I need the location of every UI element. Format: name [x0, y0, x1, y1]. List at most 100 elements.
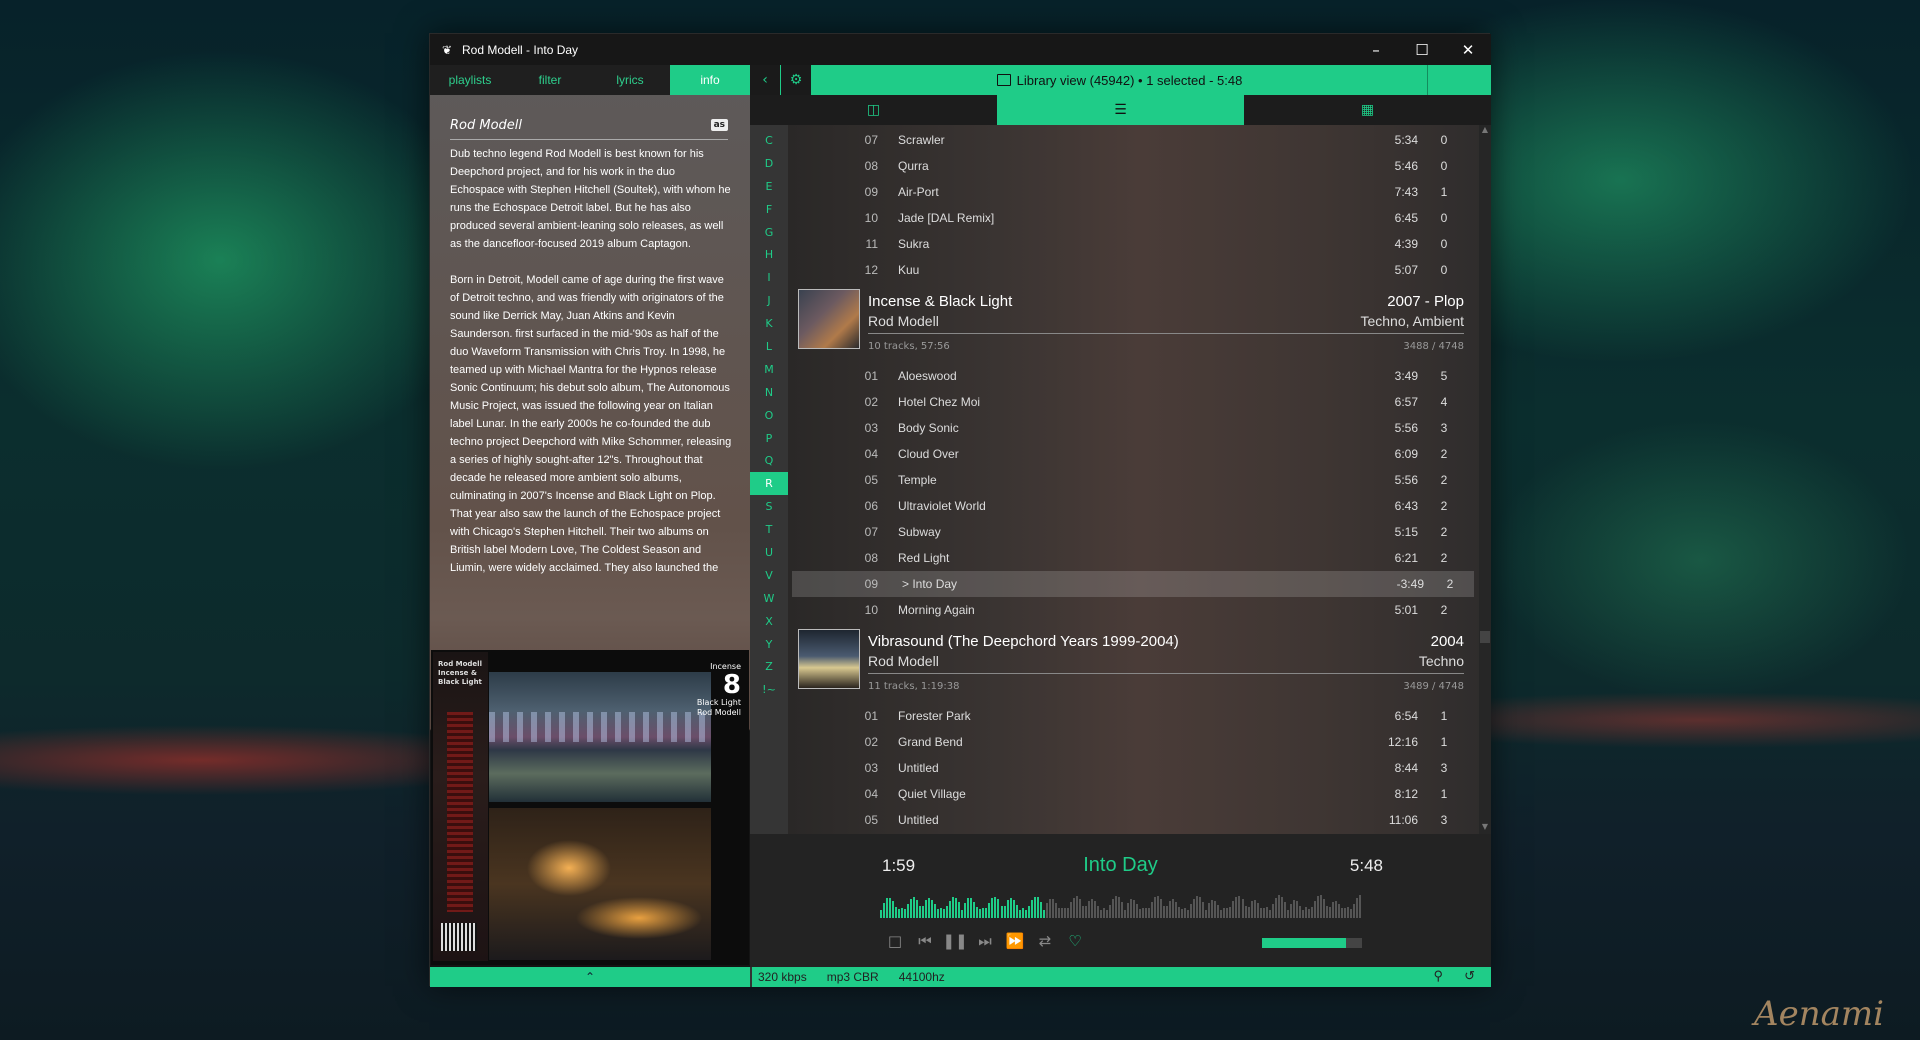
track-row[interactable]: 11 Sukra 4:39 0: [788, 231, 1468, 257]
letter-index-item[interactable]: O: [750, 404, 788, 427]
letter-index-item[interactable]: R: [750, 472, 788, 496]
letter-index-item[interactable]: D: [750, 152, 788, 175]
track-row[interactable]: 01 Aloeswood 3:49 5: [788, 363, 1468, 389]
album-art-thumbnail[interactable]: [798, 289, 860, 349]
track-row[interactable]: 02 Hotel Chez Moi 6:57 4: [788, 389, 1468, 415]
track-duration: -3:49: [1396, 577, 1424, 591]
track-row[interactable]: 05 Temple 5:56 2: [788, 467, 1468, 493]
scroll-up-icon[interactable]: ▲: [1479, 125, 1491, 137]
letter-index-item[interactable]: C: [750, 129, 788, 152]
track-row[interactable]: 09 > Into Day -3:49 2: [792, 571, 1474, 597]
maximize-button[interactable]: ☐: [1399, 34, 1445, 65]
volume-slider[interactable]: [1262, 938, 1362, 948]
waveform-bar: [1187, 909, 1190, 918]
letter-index-item[interactable]: L: [750, 335, 788, 358]
lastfm-icon[interactable]: as: [710, 119, 728, 131]
tab-info[interactable]: info: [670, 65, 750, 95]
settings-button[interactable]: ⚙: [781, 65, 812, 95]
tab-filter[interactable]: filter: [510, 65, 590, 95]
track-row[interactable]: 04 Quiet Village 8:12 1: [788, 781, 1468, 807]
track-row[interactable]: 05 Untitled 11:06 3: [788, 807, 1468, 833]
letter-index-item[interactable]: Q: [750, 449, 788, 472]
letter-index-item[interactable]: Y: [750, 633, 788, 656]
waveform-bar: [1319, 895, 1322, 918]
scrollbar-thumb[interactable]: [1480, 631, 1490, 643]
track-number: 08: [864, 551, 878, 565]
track-row[interactable]: 03 Untitled 8:44 3: [788, 755, 1468, 781]
stop-icon[interactable]: □: [880, 932, 910, 950]
title-bar[interactable]: ❦ Rod Modell - Into Day – ☐ ✕: [430, 34, 1491, 65]
album-header[interactable]: Vibrasound (The Deepchord Years 1999-200…: [788, 625, 1468, 697]
view-list-button[interactable]: ☰: [997, 95, 1244, 125]
view-split-button[interactable]: ◫: [750, 95, 997, 125]
waveform-bar: [1139, 908, 1142, 918]
library-toolbar: ‹ ⚙ Library view (45942) • 1 selected - …: [750, 65, 1491, 95]
letter-index-item[interactable]: !~: [750, 678, 788, 701]
refresh-icon[interactable]: ↺: [1464, 968, 1475, 984]
next-icon[interactable]: ⏭: [970, 932, 1000, 950]
track-duration: 11:06: [1388, 813, 1418, 827]
letter-index-item[interactable]: P: [750, 427, 788, 450]
fast-forward-icon[interactable]: ⏩: [1000, 932, 1030, 950]
close-button[interactable]: ✕: [1445, 34, 1491, 65]
letter-index-item[interactable]: N: [750, 381, 788, 404]
track-row[interactable]: 12 Kuu 5:07 0: [788, 257, 1468, 283]
letter-index-item[interactable]: V: [750, 564, 788, 587]
letter-index-item[interactable]: H: [750, 243, 788, 266]
letter-index-item[interactable]: E: [750, 175, 788, 198]
track-row[interactable]: 04 Cloud Over 6:09 2: [788, 441, 1468, 467]
waveform-bar: [1069, 902, 1072, 918]
shuffle-icon[interactable]: ⇄: [1030, 932, 1060, 950]
track-title: Body Sonic: [898, 421, 959, 435]
track-duration: 6:43: [1394, 499, 1418, 513]
previous-icon[interactable]: ⏮: [910, 932, 940, 950]
view-grid-button[interactable]: ▦: [1244, 95, 1491, 125]
waveform-bar: [1310, 906, 1313, 918]
waveform-seekbar[interactable]: [880, 892, 1362, 918]
track-row[interactable]: 07 Scrawler 5:34 0: [788, 127, 1468, 153]
letter-index-item[interactable]: Z: [750, 655, 788, 678]
letter-index-item[interactable]: K: [750, 312, 788, 335]
track-row[interactable]: 08 Qurra 5:46 0: [788, 153, 1468, 179]
album-art-thumbnail[interactable]: [798, 629, 860, 689]
back-button[interactable]: ‹: [750, 65, 781, 95]
track-row[interactable]: 06 Ultraviolet World 6:43 2: [788, 493, 1468, 519]
waveform-bar: [1009, 898, 1012, 918]
scrollbar[interactable]: ▲ ▼: [1479, 125, 1491, 834]
track-row[interactable]: 01 Forester Park 6:54 1: [788, 703, 1468, 729]
letter-index-item[interactable]: M: [750, 358, 788, 381]
track-row[interactable]: 10 Morning Again 5:01 2: [788, 597, 1468, 623]
album-header[interactable]: Incense & Black Light 2007 - Plop Rod Mode…: [788, 285, 1468, 357]
tab-playlists[interactable]: playlists: [430, 65, 510, 95]
waveform-bar: [940, 908, 943, 918]
track-number: 01: [864, 709, 878, 723]
minimize-button[interactable]: –: [1353, 34, 1399, 65]
letter-index-item[interactable]: W: [750, 587, 788, 610]
letter-index-item[interactable]: U: [750, 541, 788, 564]
letter-index-item[interactable]: J: [750, 289, 788, 312]
cover-spine-text: Rod Modell Incense & Black Light: [438, 660, 482, 686]
scroll-down-icon[interactable]: ▼: [1479, 822, 1491, 834]
track-row[interactable]: 09 Air-Port 7:43 1: [788, 179, 1468, 205]
letter-index-item[interactable]: X: [750, 610, 788, 633]
tab-lyrics[interactable]: lyrics: [590, 65, 670, 95]
search-icon[interactable]: ⚲: [1433, 968, 1443, 984]
letter-index-item[interactable]: F: [750, 198, 788, 221]
letter-index-item[interactable]: T: [750, 518, 788, 541]
waveform-bar: [1262, 908, 1265, 918]
track-duration: 5:07: [1394, 263, 1418, 277]
letter-index-item[interactable]: G: [750, 221, 788, 244]
track-row[interactable]: 07 Subway 5:15 2: [788, 519, 1468, 545]
waveform-bar: [1259, 907, 1262, 918]
pause-icon[interactable]: ❚❚: [940, 932, 970, 950]
track-row[interactable]: 08 Red Light 6:21 2: [788, 545, 1468, 571]
cover-barcode: [441, 923, 477, 951]
track-row[interactable]: 03 Body Sonic 5:56 3: [788, 415, 1468, 441]
letter-index-item[interactable]: I: [750, 266, 788, 289]
track-row[interactable]: 10 Jade [DAL Remix] 6:45 0: [788, 205, 1468, 231]
heart-icon[interactable]: ♡: [1060, 932, 1090, 950]
collapse-panel-button[interactable]: ⌃: [430, 967, 750, 987]
waveform-bar: [1021, 907, 1024, 918]
track-row[interactable]: 02 Grand Bend 12:16 1: [788, 729, 1468, 755]
letter-index-item[interactable]: S: [750, 495, 788, 518]
